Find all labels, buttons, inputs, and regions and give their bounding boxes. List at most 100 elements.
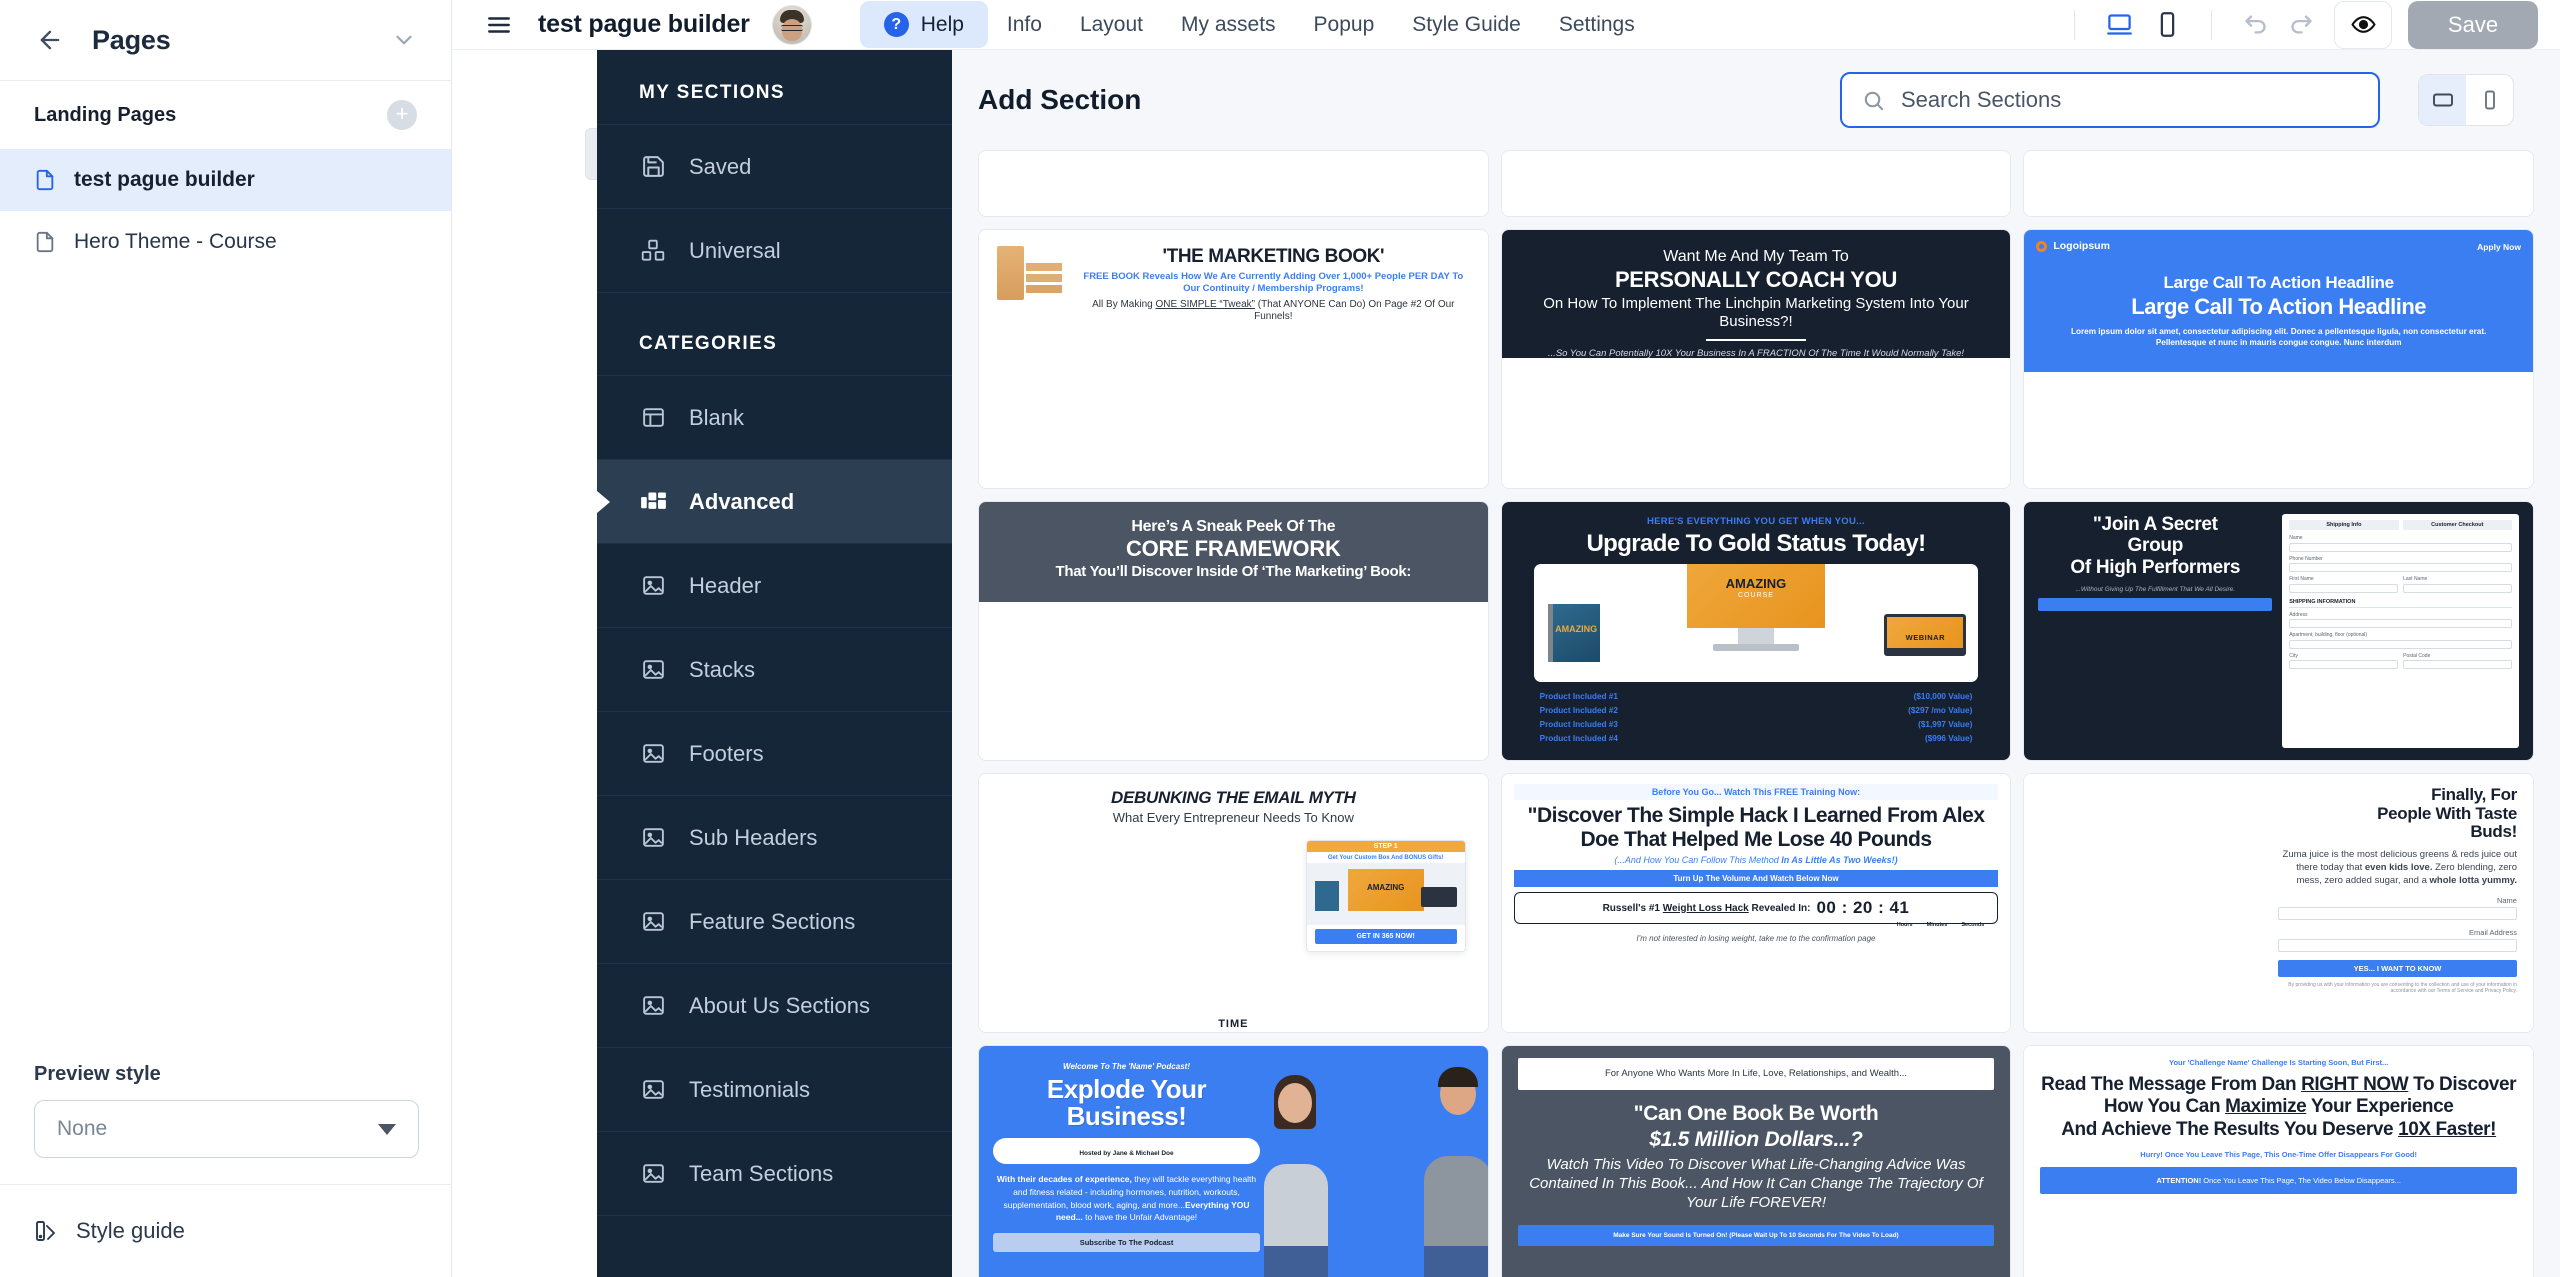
thumb-kicker: Here’s A Sneak Peek Of The	[1131, 518, 1336, 535]
nav-item-layout[interactable]: Layout	[1061, 3, 1162, 47]
thumb-subheadline: On How To Implement The Linchpin Marketi…	[1543, 295, 1969, 330]
product-list: Product Included #1 ($10,000 Value) Produ…	[1534, 689, 1979, 745]
image-icon	[639, 824, 667, 852]
sidebar-item-label: Sub Headers	[689, 824, 818, 850]
style-guide-label: Style guide	[76, 1218, 185, 1243]
desktop-view-icon[interactable]	[2095, 4, 2143, 46]
form-label: Address	[2289, 611, 2308, 618]
hosts-photo	[1260, 1066, 1488, 1277]
chevron-down-icon[interactable]	[391, 27, 417, 53]
form-label: Postal Code	[2403, 652, 2431, 659]
nav-item-info[interactable]: Info	[988, 3, 1061, 47]
image-icon	[639, 1076, 667, 1104]
logo: Logoipsum	[2036, 240, 2110, 252]
monitor-sub: COURSE	[1738, 592, 1774, 599]
nav-item-my-assets[interactable]: My assets	[1162, 3, 1295, 47]
style-guide-button[interactable]: Style guide	[0, 1185, 452, 1277]
sidebar-item-blank[interactable]: Blank	[597, 375, 952, 459]
apply-now-link: Apply Now	[2477, 242, 2521, 252]
list-item: Product Included #3 ($1,997 Value)	[1539, 719, 1973, 729]
preview-style-select[interactable]: None	[34, 1100, 419, 1158]
pages-sidebar: Pages Landing Pages + test pague builder…	[0, 0, 452, 1277]
categories-heading: CATEGORIES	[639, 333, 778, 354]
search-input[interactable]	[1901, 87, 2358, 113]
section-card-marketing-book[interactable]: 'THE MARKETING BOOK' FREE BOOK Reveals H…	[978, 229, 1489, 489]
page-list-item-active[interactable]: test pague builder	[0, 149, 451, 211]
thumb-subheadline: What Every Entrepreneur Needs To Know	[1112, 810, 1354, 825]
mobile-view-icon[interactable]	[2143, 4, 2191, 46]
undo-icon[interactable]	[2232, 4, 2278, 46]
nav-item-settings[interactable]: Settings	[1540, 3, 1654, 47]
section-card-email-myth[interactable]: DEBUNKING THE EMAIL MYTH What Every Entr…	[978, 773, 1489, 1033]
sidebar-item-feature-sections[interactable]: Feature Sections	[597, 879, 952, 963]
pages-title: Pages	[92, 24, 171, 55]
sidebar-item-saved[interactable]: Saved	[597, 124, 952, 208]
host-pill: Hosted by Jane & Michael Doe	[993, 1138, 1261, 1165]
section-card-large-cta[interactable]: Logoipsum Apply Now Large Call To Action…	[2023, 229, 2534, 489]
mobile-view-toggle[interactable]	[2466, 75, 2513, 125]
desktop-view-toggle[interactable]	[2419, 75, 2466, 125]
section-card-explode-business[interactable]: Welcome To The 'Name' Podcast! Explode Y…	[978, 1045, 1489, 1277]
blocks-icon	[639, 237, 667, 265]
page-list-item[interactable]: Hero Theme - Course	[0, 211, 451, 273]
sidebar-item-label: Footers	[689, 740, 764, 766]
thumb-headline: Upgrade To Gold Status Today!	[1586, 530, 1926, 557]
search-sections-field[interactable]	[1840, 72, 2380, 128]
thumb-headline-1: Large Call To Action Headline	[2163, 273, 2395, 292]
section-card-one-book[interactable]: For Anyone Who Wants More In Life, Love,…	[1500, 1045, 2012, 1277]
nav-item-style-guide[interactable]: Style Guide	[1393, 3, 1540, 47]
thumb-body: With their decades of experience, they w…	[996, 1174, 1257, 1223]
countdown-box: Russell's #1 Weight Loss Hack Revealed I…	[1513, 892, 1999, 925]
sidebar-item-footers[interactable]: Footers	[597, 711, 952, 795]
sidebar-item-advanced[interactable]: Advanced	[597, 459, 952, 543]
redo-icon[interactable]	[2278, 4, 2324, 46]
section-card-taste-buds[interactable]: Finally, For People With Taste Buds! Zum…	[2023, 773, 2534, 1033]
view-mode-toggle	[2418, 74, 2514, 126]
add-page-button[interactable]: +	[387, 100, 417, 130]
nav-item-help[interactable]: ? Help	[859, 1, 988, 48]
thumb-kicker: Welcome To The 'Name' Podcast!	[1063, 1062, 1190, 1071]
back-arrow-icon[interactable]	[34, 24, 66, 56]
form-tab: Shipping Info	[2289, 520, 2399, 530]
sidebar-item-about-us-sections[interactable]: About Us Sections	[597, 963, 952, 1047]
section-card-message-from-dan[interactable]: Your 'Challenge Name' Challenge Is Start…	[2023, 1045, 2534, 1277]
sidebar-item-header[interactable]: Header	[597, 543, 952, 627]
sidebar-item-label: About Us Sections	[689, 992, 870, 1018]
section-card[interactable]	[2023, 150, 2534, 217]
sidebar-item-stacks[interactable]: Stacks	[597, 627, 952, 711]
section-card-personally-coach[interactable]: Want Me And My Team To PERSONALLY COACH …	[1500, 229, 2012, 489]
section-card-secret-group[interactable]: "Join A Secret Group Of High Performers …	[2023, 501, 2534, 761]
sidebar-item-testimonials[interactable]: Testimonials	[597, 1047, 952, 1131]
monitor-title: AMAZING	[1725, 576, 1787, 591]
sidebar-item-sub-headers[interactable]: Sub Headers	[597, 795, 952, 879]
section-card-core-framework[interactable]: Here’s A Sneak Peek Of The CORE FRAMEWOR…	[978, 501, 1489, 761]
logo-label: Logoipsum	[2053, 240, 2110, 252]
nav-label: Help	[920, 12, 964, 36]
preview-eye-button[interactable]	[2334, 0, 2392, 49]
offer-caption: Get Your Custom Box And BONUS Gifts!	[1327, 855, 1444, 861]
save-button[interactable]: Save	[2408, 0, 2538, 49]
advanced-icon	[639, 488, 667, 516]
category-panel: MY SECTIONS Saved Universal CATEGORIES B…	[597, 50, 952, 1277]
form-label: Name	[2496, 895, 2517, 905]
section-card[interactable]	[1500, 150, 2012, 217]
sidebar-item-universal[interactable]: Universal	[597, 208, 952, 292]
divider	[1705, 339, 1806, 341]
section-card-grid: 'THE MARKETING BOOK' FREE BOOK Reveals H…	[978, 150, 2534, 1277]
document-icon	[34, 231, 56, 253]
section-card-simple-hack[interactable]: Before You Go... Watch This FREE Trainin…	[1500, 773, 2012, 1033]
checkout-form-mock: Shipping Info Customer Checkout Name Pho…	[2282, 514, 2519, 748]
section-card-gold-status[interactable]: HERE'S EVERYTHING YOU GET WHEN YOU... Up…	[1500, 501, 2012, 761]
pages-header: Pages	[0, 0, 451, 81]
menu-icon[interactable]	[482, 8, 516, 42]
thumb-kicker: Before You Go... Watch This FREE Trainin…	[1513, 784, 1999, 800]
section-card[interactable]	[978, 150, 1489, 217]
thumb-body: All By Making ONE SIMPLE “Tweak” (That A…	[1092, 298, 1455, 322]
sidebar-item-team-sections[interactable]: Team Sections	[597, 1131, 952, 1215]
thumb-cta-bar: Turn Up The Volume And Watch Below Now	[1513, 870, 1999, 888]
countdown-units: Hours Minutes Seconds	[1896, 922, 1985, 929]
nav-item-popup[interactable]: Popup	[1295, 3, 1394, 47]
avatar[interactable]	[771, 4, 812, 45]
thumb-headline: Explode Your Business!	[1046, 1074, 1207, 1131]
image-icon	[639, 1160, 667, 1188]
